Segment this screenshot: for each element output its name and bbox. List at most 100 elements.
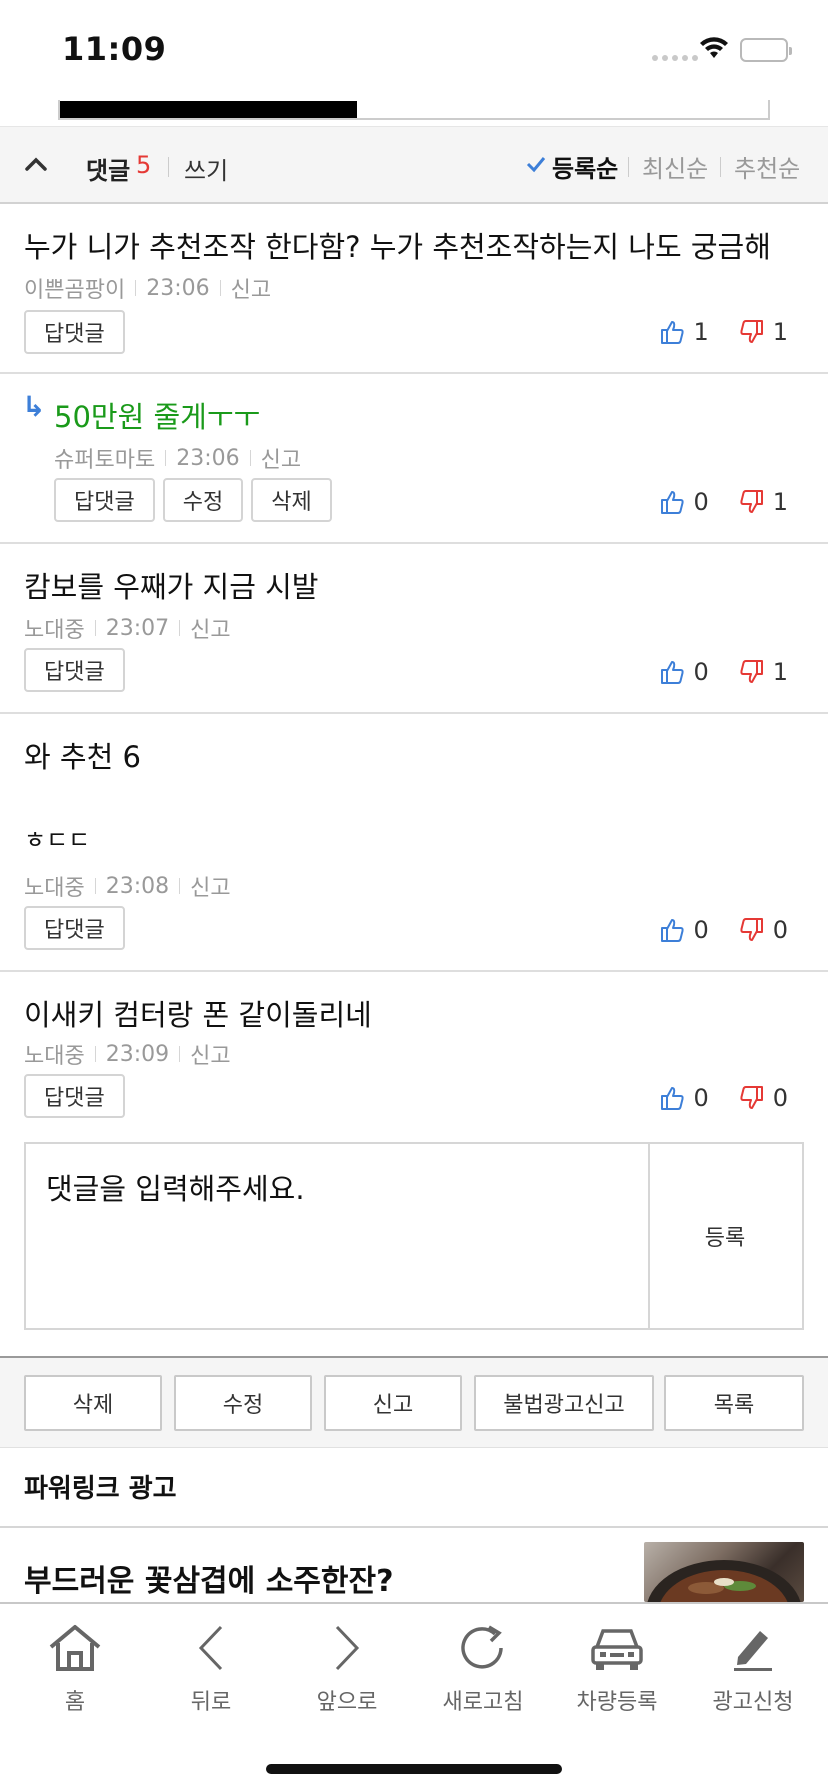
report-link[interactable]: 신고 — [190, 612, 230, 644]
thumbs-down-icon — [740, 320, 763, 343]
comment-item: 이새키 컴터랑 폰 같이돌리네 노대중 23:09 신고 답댓글 0 0 — [0, 972, 828, 1142]
like-button[interactable]: 0 — [659, 916, 709, 944]
car-icon — [589, 1616, 645, 1680]
thumbs-down-icon — [740, 918, 763, 941]
dislike-count: 1 — [772, 658, 788, 686]
comment-author: 이쁜곰팡이 — [24, 278, 126, 303]
nav-home[interactable]: 홈 — [10, 1616, 140, 1716]
divider — [720, 157, 721, 177]
check-icon — [526, 155, 546, 177]
reply-button[interactable]: 답댓글 — [24, 310, 125, 354]
delete-post-button[interactable]: 삭제 — [24, 1375, 162, 1431]
dislike-button[interactable]: 1 — [739, 318, 788, 346]
report-illegal-ad-button[interactable]: 불법광고신고 — [474, 1375, 654, 1431]
comment-label: 댓글 — [86, 157, 131, 185]
delete-button[interactable]: 삭제 — [251, 478, 332, 522]
like-count: 0 — [693, 658, 709, 686]
comment-text: 이새키 컴터랑 폰 같이돌리네 — [24, 998, 372, 1032]
nav-label: 홈 — [64, 1690, 86, 1715]
report-link[interactable]: 신고 — [190, 1038, 230, 1070]
reply-button[interactable]: 답댓글 — [24, 906, 125, 950]
list-button[interactable]: 목록 — [664, 1375, 804, 1431]
dislike-button[interactable]: 1 — [739, 488, 788, 516]
ad-food-image[interactable] — [644, 1542, 804, 1602]
sort-recommended[interactable]: 추천순 — [734, 149, 800, 184]
comment-meta: 노대중 23:09 신고 — [24, 1038, 231, 1070]
home-indicator[interactable] — [266, 1764, 562, 1774]
write-comment-link[interactable]: 쓰기 — [184, 151, 228, 186]
dislike-count: 0 — [772, 916, 788, 944]
nav-forward[interactable]: 앞으로 — [282, 1616, 412, 1716]
dislike-count: 1 — [772, 488, 788, 516]
comment-text: 50만원 줄게ㅜㅜ — [54, 400, 261, 434]
reply-button[interactable]: 답댓글 — [54, 478, 155, 522]
edit-post-button[interactable]: 수정 — [174, 1375, 312, 1431]
nav-back[interactable]: 뒤로 — [146, 1616, 276, 1716]
comment-item: 와 추천 6 ㅎㄷㄷ 노대중 23:08 신고 답댓글 0 0 — [0, 714, 828, 972]
thumbs-up-icon — [661, 919, 685, 942]
report-post-button[interactable]: 신고 — [324, 1375, 462, 1431]
comment-text-line2: ㅎㄷㄷ — [24, 826, 91, 854]
thumbs-up-icon — [661, 1087, 685, 1110]
comment-form: 댓글을 입력해주세요. 등록 — [24, 1142, 804, 1330]
sort-registered[interactable]: 등록순 — [552, 149, 618, 184]
like-count: 0 — [693, 488, 709, 516]
dislike-count: 0 — [772, 1084, 788, 1112]
nav-car-register[interactable]: 차량등록 — [552, 1616, 682, 1716]
dislike-button[interactable]: 0 — [739, 1084, 788, 1112]
submit-comment-button[interactable]: 등록 — [648, 1144, 802, 1328]
report-link[interactable]: 신고 — [231, 272, 271, 304]
chevron-up-icon[interactable] — [24, 155, 48, 177]
report-link[interactable]: 신고 — [190, 870, 230, 902]
comment-author: 노대중 — [24, 618, 85, 643]
thumbs-down-icon — [740, 660, 763, 683]
scroll-progress-bar — [58, 100, 770, 120]
nav-ad-apply[interactable]: 광고신청 — [688, 1616, 818, 1716]
comment-author: 노대중 — [24, 1044, 85, 1069]
comment-header: 댓글 5 쓰기 등록순 최신순 추천순 — [0, 126, 828, 204]
reply-arrow-icon: ↳ — [22, 390, 46, 423]
like-button[interactable]: 0 — [659, 658, 709, 686]
like-button[interactable]: 0 — [659, 488, 709, 516]
nav-label: 차량등록 — [576, 1690, 658, 1715]
like-count: 0 — [693, 1084, 709, 1112]
thumbs-up-icon — [661, 661, 685, 684]
nav-label: 뒤로 — [190, 1690, 232, 1715]
nav-refresh[interactable]: 새로고침 — [418, 1616, 548, 1716]
sort-latest[interactable]: 최신순 — [642, 149, 708, 184]
chevron-left-icon — [191, 1616, 231, 1680]
like-button[interactable]: 1 — [659, 318, 709, 346]
dislike-button[interactable]: 0 — [739, 916, 788, 944]
thumbs-up-icon — [661, 321, 685, 344]
edit-button[interactable]: 수정 — [162, 478, 244, 522]
thumbs-down-icon — [740, 1086, 763, 1109]
comment-author: 노대중 — [24, 876, 85, 901]
like-count: 1 — [693, 318, 709, 346]
comment-count: 5 — [136, 151, 152, 179]
reply-button[interactable]: 답댓글 — [24, 648, 125, 692]
status-time: 11:09 — [62, 30, 167, 68]
comment-meta: 슈퍼토마토 23:06 신고 — [54, 442, 301, 474]
comment-item: 캄보를 우째가 지금 시발 노대중 23:07 신고 답댓글 0 1 — [0, 544, 828, 714]
comment-time: 23:06 — [146, 275, 210, 301]
comment-input[interactable]: 댓글을 입력해주세요. — [26, 1144, 650, 1328]
comment-time: 23:08 — [105, 873, 170, 899]
ad-headline[interactable]: 부드러운 꽃삼겹에 소주한잔? — [24, 1556, 394, 1600]
status-bar: 11:09 — [0, 0, 828, 100]
comment-text: 와 추천 6 — [24, 740, 141, 774]
divider — [168, 157, 169, 177]
battery-icon — [740, 38, 792, 62]
comment-item-reply: ↳ 50만원 줄게ㅜㅜ 슈퍼토마토 23:06 신고 답댓글 수정 삭제 0 1 — [0, 374, 828, 544]
chevron-right-icon — [327, 1616, 367, 1680]
comment-time: 23:06 — [176, 445, 240, 471]
like-button[interactable]: 0 — [659, 1084, 709, 1112]
comment-meta: 노대중 23:08 신고 — [24, 870, 231, 902]
thumbs-up-icon — [661, 491, 685, 514]
wifi-icon — [698, 36, 730, 64]
comment-item: 누가 니가 추천조작 한다함? 누가 추천조작하는지 나도 궁금해 이쁜곰팡이 … — [0, 204, 828, 374]
report-link[interactable]: 신고 — [261, 442, 301, 474]
reply-button[interactable]: 답댓글 — [24, 1074, 125, 1118]
dislike-button[interactable]: 1 — [739, 658, 788, 686]
comment-meta: 이쁜곰팡이 23:06 신고 — [24, 272, 271, 304]
comment-text: 캄보를 우째가 지금 시발 — [24, 570, 319, 604]
